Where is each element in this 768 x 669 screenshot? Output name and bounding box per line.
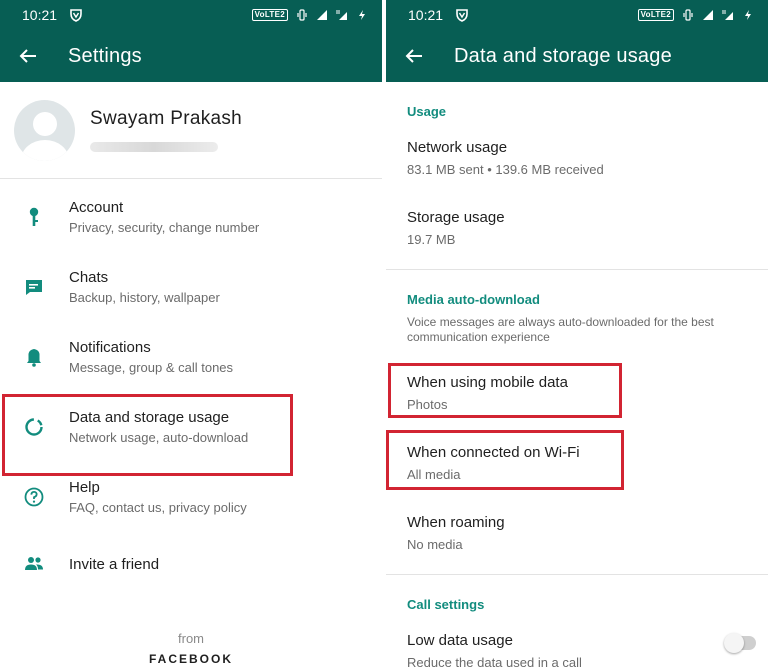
app-bar: Settings	[0, 30, 382, 82]
menu-title: Data and storage usage	[69, 409, 230, 426]
people-icon	[25, 557, 43, 570]
item-subtitle: Photos	[407, 397, 448, 412]
menu-item-chats[interactable]: Chats Backup, history, wallpaper	[0, 252, 382, 322]
settings-screen: 10:21 VoLTE2 Settings Swayam Prakash Acc…	[0, 0, 382, 669]
item-title: Network usage	[407, 139, 508, 156]
signal-4g-icon	[722, 10, 733, 20]
section-call-header: Call settings	[407, 597, 485, 612]
item-subtitle: 19.7 MB	[407, 232, 456, 247]
item-subtitle: All media	[407, 467, 461, 482]
menu-title: Chats	[69, 269, 109, 286]
back-arrow-icon[interactable]	[404, 46, 424, 66]
battery-charging-icon	[359, 10, 365, 20]
battery-charging-icon	[745, 10, 751, 20]
item-subtitle: Reduce the data used in a call	[407, 655, 582, 669]
section-media-header: Media auto-download	[407, 292, 540, 307]
menu-item-data-storage[interactable]: Data and storage usage Network usage, aut…	[0, 392, 382, 462]
menu-subtitle: FAQ, contact us, privacy policy	[69, 500, 247, 515]
chat-icon	[26, 280, 42, 295]
menu-title: Account	[69, 199, 124, 216]
page-title: Data and storage usage	[454, 44, 672, 67]
menu-subtitle: Privacy, security, change number	[69, 220, 260, 235]
profile-row[interactable]: Swayam Prakash	[0, 82, 382, 179]
network-usage-item[interactable]: Network usage 83.1 MB sent • 139.6 MB re…	[386, 139, 768, 177]
footer-from: from	[178, 631, 204, 646]
menu-subtitle: Backup, history, wallpaper	[69, 290, 220, 305]
menu-title: Notifications	[69, 339, 151, 356]
low-data-usage-item[interactable]: Low data usage Reduce the data used in a…	[386, 632, 768, 669]
roaming-item[interactable]: When roaming No media	[386, 514, 768, 552]
item-title: Low data usage	[407, 632, 513, 649]
menu-item-account[interactable]: Account Privacy, security, change number	[0, 182, 382, 252]
item-title: Storage usage	[407, 209, 505, 226]
key-icon	[29, 207, 39, 226]
volte-badge: VoLTE2	[637, 9, 674, 21]
volte-badge: VoLTE2	[251, 9, 288, 21]
signal-icon	[703, 10, 713, 20]
data-storage-screen: 10:21 VoLTE2 Data and storage usage Usag…	[386, 0, 768, 669]
signal-icon	[317, 10, 327, 20]
status-time: 10:21	[408, 7, 444, 23]
signal-4g-icon	[336, 10, 347, 20]
menu-item-help[interactable]: Help FAQ, contact us, privacy policy	[0, 462, 382, 532]
vpn-shield-icon	[70, 9, 82, 22]
app-bar: Data and storage usage	[386, 30, 768, 82]
menu-title: Invite a friend	[69, 555, 160, 573]
item-title: When using mobile data	[407, 374, 568, 391]
storage-usage-item[interactable]: Storage usage 19.7 MB	[386, 209, 768, 247]
bell-icon	[27, 349, 41, 367]
vpn-shield-icon	[456, 9, 468, 22]
menu-subtitle: Message, group & call tones	[69, 360, 234, 375]
avatar[interactable]	[14, 99, 75, 161]
footer-brand: FACEBOOK	[148, 652, 233, 666]
item-title: When roaming	[407, 514, 505, 531]
profile-about-blurred	[90, 142, 218, 152]
menu-item-notifications[interactable]: Notifications Message, group & call tones	[0, 322, 382, 392]
item-subtitle: 83.1 MB sent • 139.6 MB received	[407, 162, 604, 177]
status-bar: 10:21 VoLTE2	[386, 0, 768, 30]
vibrate-icon	[683, 9, 693, 21]
help-icon	[24, 487, 44, 507]
profile-name: Swayam Prakash	[90, 108, 243, 129]
menu-item-invite[interactable]: Invite a friend	[0, 532, 382, 596]
vibrate-icon	[297, 9, 307, 21]
menu-subtitle: Network usage, auto-download	[69, 430, 249, 445]
item-title: When connected on Wi-Fi	[407, 444, 580, 461]
settings-menu: Account Privacy, security, change number …	[0, 179, 382, 596]
section-usage-header: Usage	[407, 104, 447, 119]
status-time: 10:21	[22, 7, 58, 23]
item-subtitle: No media	[407, 537, 463, 552]
auto-download-note: Voice messages are always auto-downloade…	[407, 315, 714, 344]
data-usage-icon	[25, 418, 43, 436]
menu-title: Help	[69, 479, 100, 496]
wifi-item[interactable]: When connected on Wi-Fi All media	[386, 444, 768, 482]
back-arrow-icon[interactable]	[18, 46, 38, 66]
mobile-data-item[interactable]: When using mobile data Photos	[386, 374, 768, 412]
low-data-toggle[interactable]	[724, 633, 756, 653]
page-title: Settings	[68, 44, 142, 67]
status-bar: 10:21 VoLTE2	[0, 0, 382, 30]
